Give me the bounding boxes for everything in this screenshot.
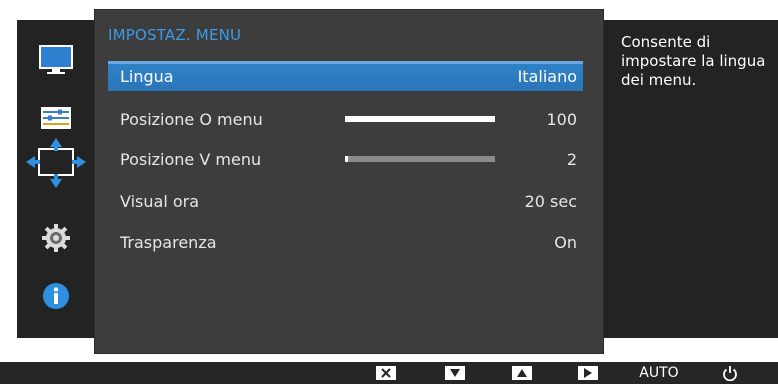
menu-item-posizione-v[interactable]: Posizione V menu 2 — [108, 144, 583, 174]
menu-item-value: 20 sec — [524, 191, 577, 211]
auto-label: AUTO — [639, 365, 679, 381]
position-arrows-icon[interactable] — [17, 138, 95, 188]
menu-item-label: Trasparenza — [120, 232, 217, 252]
auto-button[interactable]: AUTO — [634, 362, 684, 384]
help-text: Consente di impostare la lingua dei menu… — [621, 33, 766, 89]
menu-item-label: Lingua — [120, 66, 174, 86]
menu-title: IMPOSTAZ. MENU — [108, 26, 242, 44]
menu-item-value: 100 — [546, 109, 577, 129]
info-icon[interactable] — [17, 276, 95, 316]
menu-item-label: Posizione V menu — [120, 149, 262, 169]
gear-icon[interactable] — [17, 218, 95, 258]
menu-item-value: Italiano — [517, 66, 577, 86]
up-arrow-icon[interactable] — [507, 362, 537, 384]
menu-item-posizione-o[interactable]: Posizione O menu 100 — [108, 104, 583, 134]
menu-item-label: Visual ora — [120, 191, 200, 211]
position-h-slider[interactable] — [345, 116, 495, 122]
slider-fill — [345, 116, 495, 122]
control-bar: AUTO — [0, 362, 778, 384]
monitor-icon[interactable] — [17, 40, 95, 80]
menu-item-value: On — [554, 232, 577, 252]
menu-item-trasparenza[interactable]: Trasparenza On — [108, 227, 583, 257]
down-arrow-icon[interactable] — [440, 362, 470, 384]
menu-panel: IMPOSTAZ. MENU Lingua Italiano Posizione… — [95, 10, 603, 353]
position-v-slider[interactable] — [345, 156, 495, 162]
close-icon[interactable] — [371, 362, 401, 384]
menu-item-label: Posizione O menu — [120, 109, 263, 129]
sidebar — [17, 20, 95, 338]
menu-item-lingua[interactable]: Lingua Italiano — [108, 61, 583, 91]
menu-item-visual-ora[interactable]: Visual ora 20 sec — [108, 186, 583, 216]
right-arrow-icon[interactable] — [573, 362, 603, 384]
slider-fill — [345, 156, 348, 162]
menu-item-value: 2 — [566, 149, 577, 169]
sliders-icon[interactable] — [17, 98, 95, 138]
power-icon[interactable] — [718, 362, 742, 384]
